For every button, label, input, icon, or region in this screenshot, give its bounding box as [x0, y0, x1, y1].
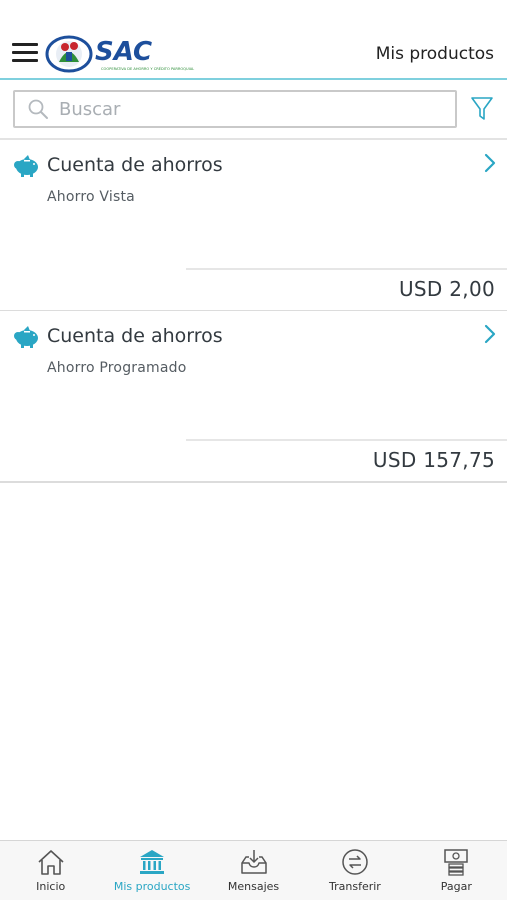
payment-icon [444, 849, 469, 876]
product-title: Cuenta de ahorros [47, 325, 223, 347]
search-input[interactable] [59, 95, 439, 123]
sac-logo: SAC COOPERATIVA DE AHORRO Y CRÉDITO PARR… [45, 35, 194, 73]
piggy-bank-icon [14, 155, 38, 177]
product-balance: USD 157,75 [372, 448, 495, 472]
svg-text:COOPERATIVA DE AHORRO Y CRÉDIT: COOPERATIVA DE AHORRO Y CRÉDITO PARROQUI… [101, 66, 194, 71]
svg-text:SAC: SAC [95, 37, 152, 67]
nav-label: Mis productos [113, 880, 191, 893]
product-subtitle: Ahorro Programado [47, 360, 187, 376]
bottom-nav: Inicio Mis productos Mensajes Transferir… [0, 840, 507, 900]
product-card[interactable]: Cuenta de ahorros Ahorro Vista USD 2,00 [0, 140, 507, 312]
inbox-icon [240, 850, 267, 874]
chevron-right-icon[interactable] [483, 152, 497, 174]
piggy-bank-icon [14, 326, 38, 348]
chevron-right-icon[interactable] [483, 323, 497, 345]
nav-item-inicio[interactable]: Inicio [0, 841, 101, 900]
search-icon [28, 99, 48, 119]
home-icon [38, 850, 64, 875]
nav-item-pagar[interactable]: Pagar [406, 841, 507, 900]
app-header: SAC COOPERATIVA DE AHORRO Y CRÉDITO PARR… [0, 0, 507, 80]
nav-item-mensajes[interactable]: Mensajes [203, 841, 304, 900]
nav-label: Inicio [36, 880, 66, 893]
nav-item-mis-productos[interactable]: Mis productos [101, 841, 202, 900]
page-title: Mis productos [375, 44, 494, 64]
nav-item-transferir[interactable]: Transferir [304, 841, 405, 900]
menu-icon[interactable] [12, 43, 38, 63]
nav-label: Pagar [440, 880, 472, 893]
search-box[interactable] [13, 90, 457, 128]
product-balance: USD 2,00 [398, 277, 495, 301]
product-subtitle: Ahorro Vista [47, 189, 135, 205]
bank-icon [140, 850, 165, 874]
transfer-icon [342, 849, 368, 875]
card-divider [186, 439, 507, 441]
card-divider [186, 268, 507, 270]
search-bar [0, 80, 507, 140]
product-card[interactable]: Cuenta de ahorros Ahorro Programado USD … [0, 311, 507, 483]
filter-icon[interactable] [470, 96, 494, 122]
nav-label: Transferir [329, 880, 381, 893]
nav-label: Mensajes [227, 880, 280, 893]
product-title: Cuenta de ahorros [47, 154, 223, 176]
